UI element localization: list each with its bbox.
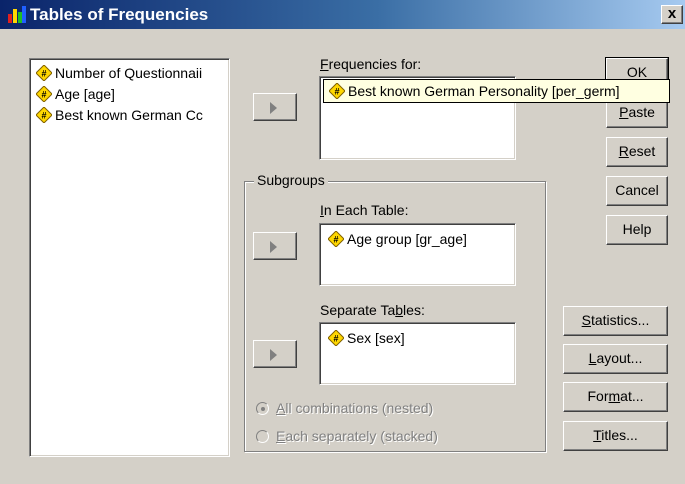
- title-bar: Tables of Frequencies x: [0, 0, 685, 29]
- app-icon: [8, 6, 26, 23]
- svg-text:#: #: [41, 90, 46, 100]
- numeric-variable-icon: #: [36, 107, 52, 123]
- list-item[interactable]: # Best known German Cc: [36, 105, 203, 125]
- in-each-table-label: In Each Table:: [320, 202, 409, 218]
- source-variable-list[interactable]: # Number of Questionnaii # Age [age] # Best…: [29, 58, 230, 457]
- list-item-label: Number of Questionnaii: [55, 65, 203, 81]
- separate-tables-label: Separate Tables:: [320, 302, 425, 318]
- numeric-variable-icon: #: [36, 65, 52, 81]
- numeric-variable-icon: #: [329, 83, 345, 99]
- move-to-frequencies-button[interactable]: [253, 93, 297, 121]
- help-button[interactable]: Help: [606, 215, 668, 245]
- frequencies-item-label: Best known German Personality [per_germ]: [348, 83, 620, 99]
- svg-text:#: #: [41, 69, 46, 79]
- svg-text:#: #: [333, 334, 338, 344]
- separate-tables-list[interactable]: # Sex [sex]: [319, 322, 516, 385]
- svg-text:#: #: [41, 111, 46, 121]
- titles-button[interactable]: Titles...: [563, 421, 668, 451]
- radio-all-combinations-label: All combinations (nested): [276, 400, 434, 416]
- layout-button[interactable]: Layout...: [563, 344, 668, 374]
- right-arrow-icon: [270, 102, 277, 114]
- radio-selected-dot: [261, 407, 265, 411]
- list-item-label: Sex [sex]: [347, 330, 405, 346]
- numeric-variable-icon: #: [36, 86, 52, 102]
- frequencies-for-label: Frequencies for:: [320, 56, 422, 72]
- format-button[interactable]: Format...: [563, 382, 668, 412]
- list-item[interactable]: # Age [age]: [36, 84, 115, 104]
- cancel-button[interactable]: Cancel: [606, 176, 668, 206]
- list-item-label: Best known German Cc: [55, 107, 203, 123]
- list-item-label: Age [age]: [55, 86, 115, 102]
- frequencies-item-tooltip[interactable]: # Best known German Personality [per_germ…: [323, 79, 670, 103]
- close-icon: x: [667, 5, 677, 22]
- svg-text:#: #: [334, 87, 339, 97]
- radio-all-combinations[interactable]: [256, 402, 269, 415]
- statistics-button[interactable]: Statistics...: [563, 306, 668, 336]
- svg-text:#: #: [333, 235, 338, 245]
- list-item-label: Age group [gr_age]: [347, 231, 467, 247]
- numeric-variable-icon: #: [328, 231, 344, 247]
- list-item[interactable]: # Number of Questionnaii: [36, 63, 202, 83]
- list-item[interactable]: # Age group [gr_age]: [328, 229, 467, 249]
- window-title: Tables of Frequencies: [30, 5, 209, 24]
- radio-each-separately-label: Each separately (stacked): [276, 428, 438, 444]
- numeric-variable-icon: #: [328, 330, 344, 346]
- close-button[interactable]: x: [661, 5, 683, 24]
- in-each-table-list[interactable]: # Age group [gr_age]: [319, 223, 516, 286]
- list-item[interactable]: # Sex [sex]: [328, 328, 405, 348]
- radio-each-separately[interactable]: [256, 430, 269, 443]
- subgroups-title: Subgroups: [254, 172, 328, 188]
- reset-button[interactable]: Reset: [606, 137, 668, 167]
